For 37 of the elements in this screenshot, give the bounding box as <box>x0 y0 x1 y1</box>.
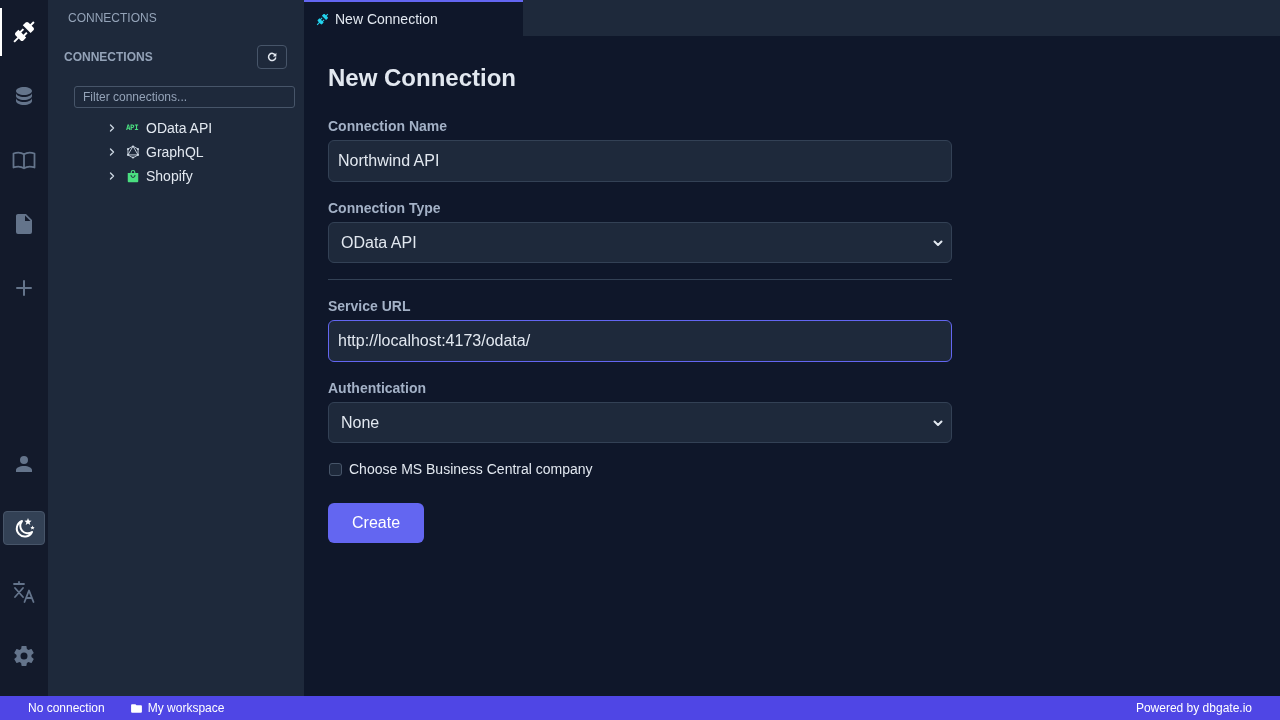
dropdown-field[interactable]: None <box>328 402 952 443</box>
text-input[interactable]: Northwind API <box>328 140 952 182</box>
translate-icon <box>12 580 36 604</box>
dropdown-field[interactable]: OData API <box>328 222 952 263</box>
connection-label[interactable]: Shopify <box>146 168 193 184</box>
page-title: New Connection <box>328 63 517 93</box>
chevron-down-icon <box>933 417 943 428</box>
field-label: Connection Type <box>328 199 441 218</box>
moon-stars-button[interactable] <box>3 511 45 545</box>
hexagon-node-icon <box>126 145 140 159</box>
powered-by-text: Powered by dbgate.io <box>1135 701 1252 715</box>
chevron-right-icon[interactable] <box>108 172 116 180</box>
field-label: Authentication <box>328 379 426 398</box>
connection-label[interactable]: GraphQL <box>146 144 204 160</box>
chevron-down-icon <box>933 237 943 248</box>
plug-icon <box>12 20 36 44</box>
field-label: Service URL <box>328 297 411 316</box>
connection-label[interactable]: OData API <box>146 120 213 136</box>
shopping-bag-icon <box>126 169 140 183</box>
checkbox-label[interactable]: Choose MS Business Central company <box>349 461 593 477</box>
plug-icon <box>316 12 329 26</box>
create-button[interactable]: Create <box>328 503 425 543</box>
field-label: Connection Name <box>328 117 447 136</box>
workspace-label[interactable]: My workspace <box>147 701 225 715</box>
tab[interactable]: New Connection <box>304 0 523 36</box>
refresh-button[interactable] <box>257 45 287 69</box>
folder-icon <box>129 701 143 715</box>
panel-title: CONNECTIONS <box>67 10 157 27</box>
chevron-right-icon[interactable] <box>108 148 116 156</box>
section-title: CONNECTIONS <box>64 50 153 64</box>
text-input[interactable]: http://localhost:4173/odata/ <box>328 320 952 362</box>
settings-icon <box>12 644 36 668</box>
refresh-icon <box>267 52 277 62</box>
connection-status: No connection <box>28 701 105 715</box>
filter-input[interactable]: Filter connections... <box>74 86 295 108</box>
chevron-right-icon[interactable] <box>108 124 116 132</box>
checkbox[interactable] <box>329 462 342 476</box>
